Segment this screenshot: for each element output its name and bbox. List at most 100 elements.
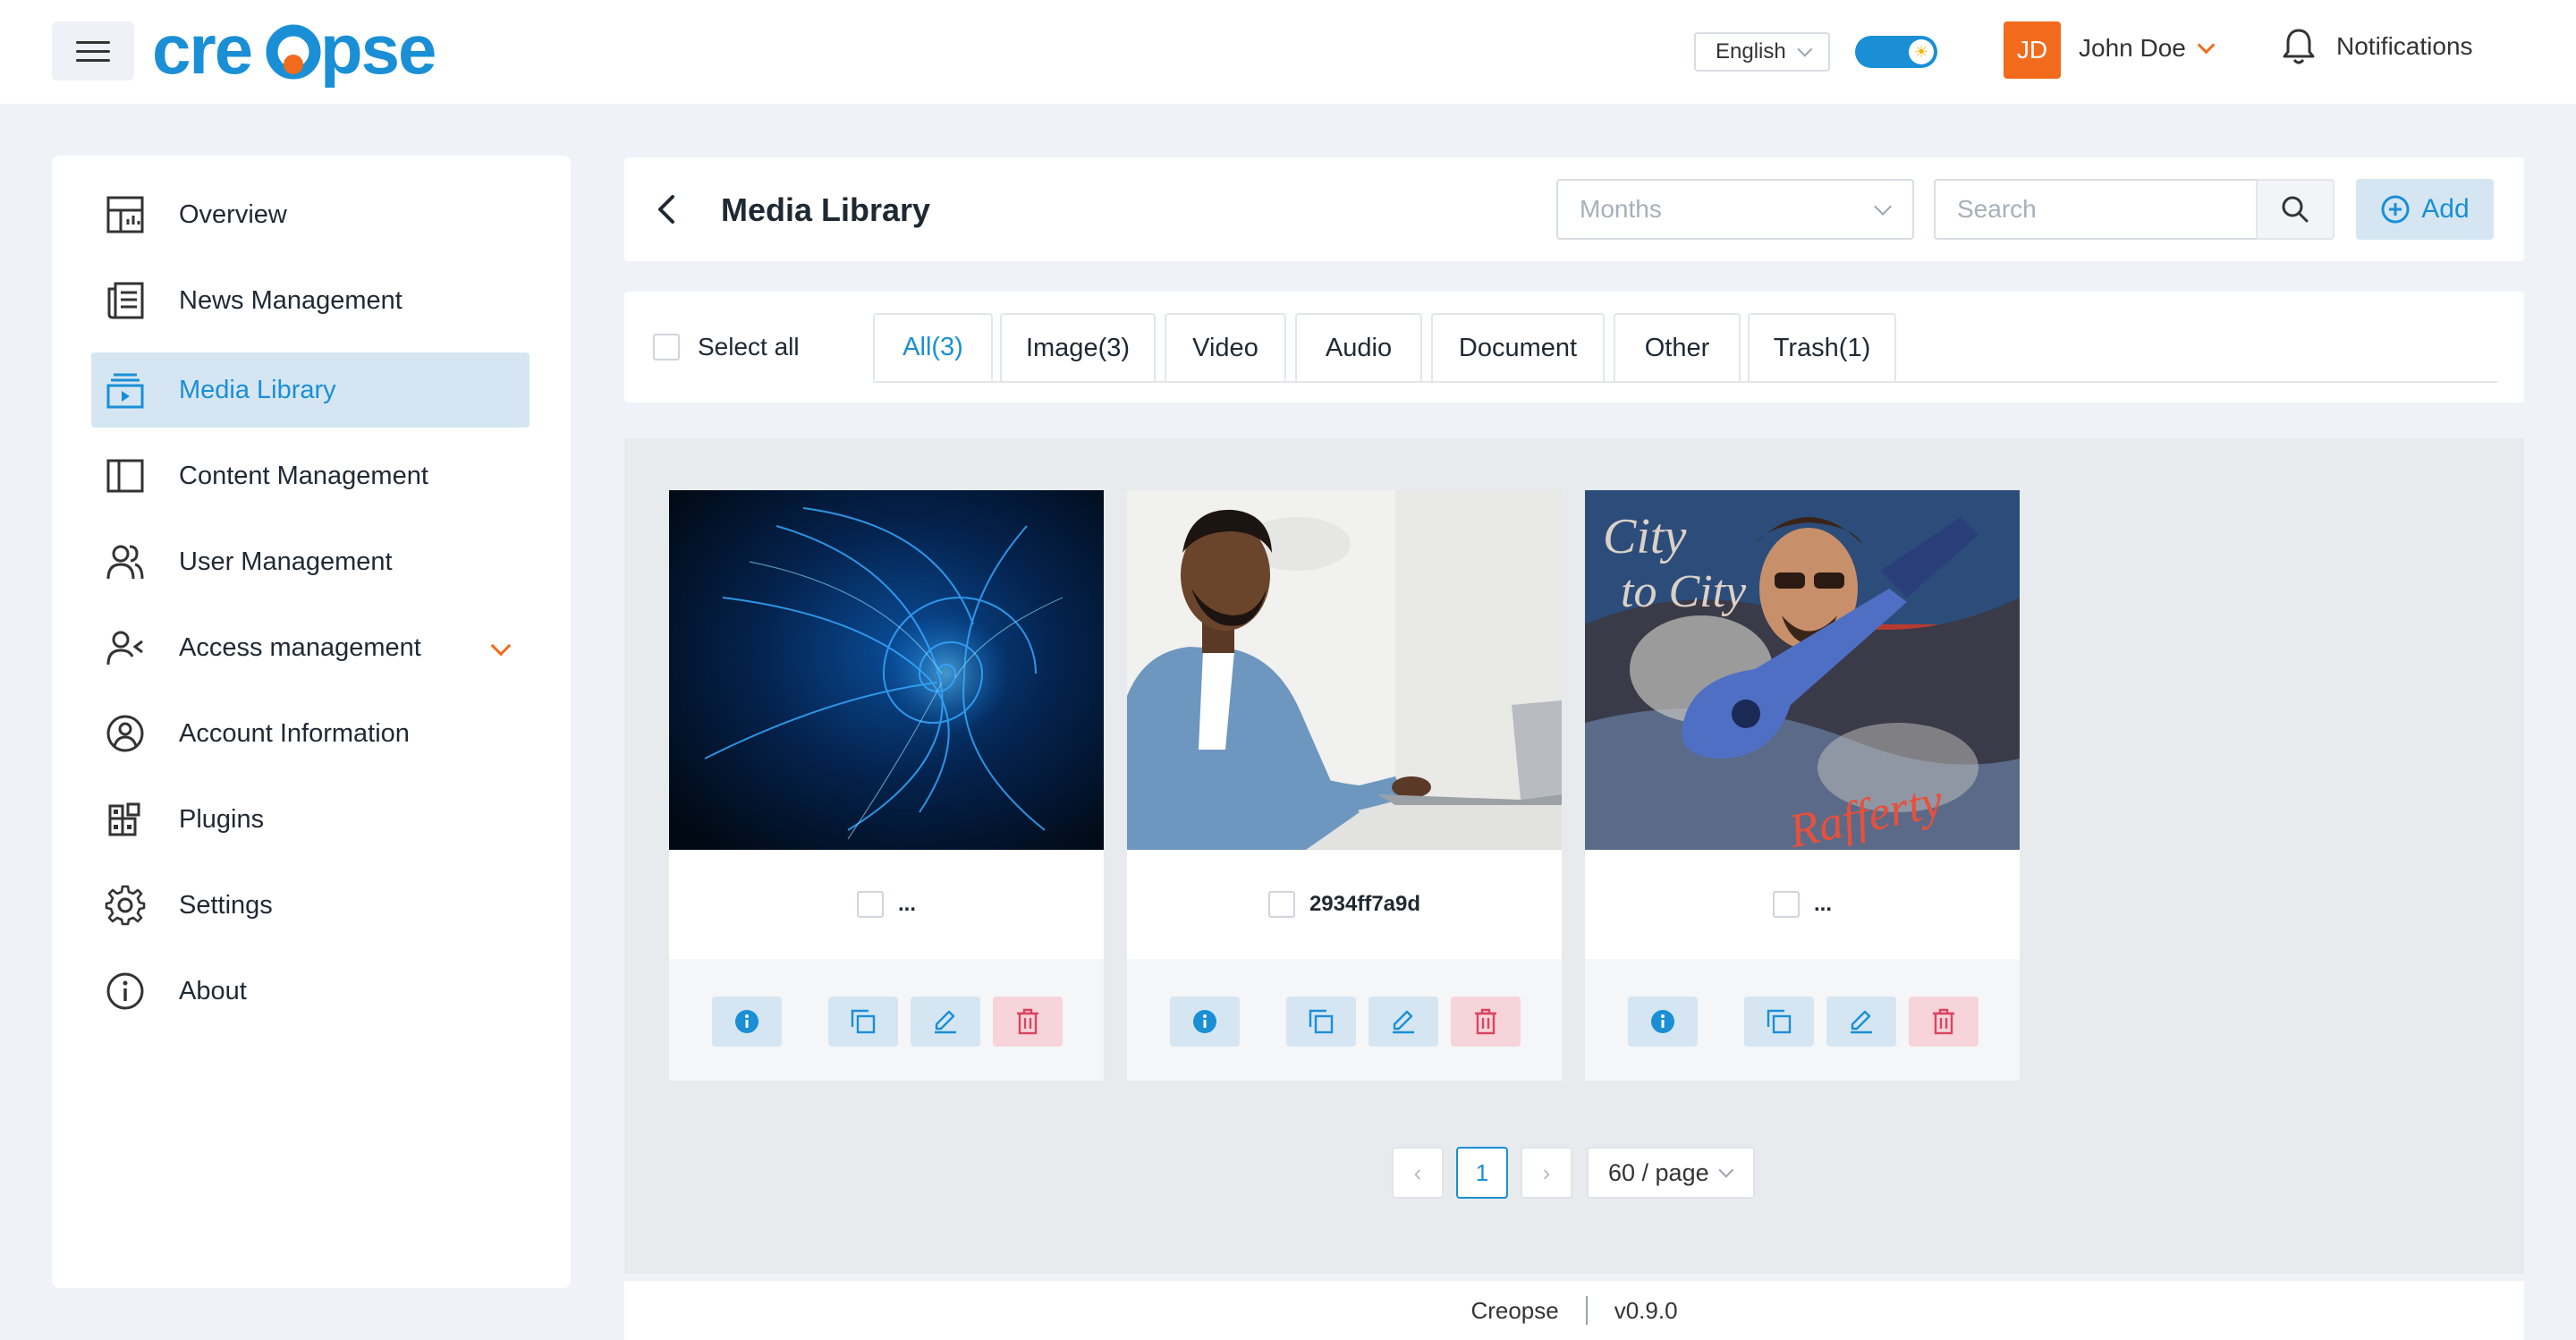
tab-audio[interactable]: Audio [1295,313,1422,381]
sidebar-item-label: Account Information [179,718,410,748]
sidebar-item-user-management[interactable]: User Management [91,524,530,599]
edit-button[interactable] [1368,997,1438,1047]
overview-icon [102,194,148,235]
media-actions [1127,959,1562,1081]
chevron-down-icon[interactable] [490,635,512,657]
sidebar-item-settings[interactable]: Settings [91,868,530,943]
sidebar-item-label: Media Library [179,375,336,404]
news-icon [102,280,148,321]
tab-document[interactable]: Document [1431,313,1605,381]
gear-icon [102,885,148,926]
info-button[interactable] [712,997,782,1047]
edit-button[interactable] [1826,997,1896,1047]
media-card[interactable]: City to City Rafferty ... [1585,490,2020,1081]
sidebar-item-plugins[interactable]: Plugins [91,782,530,857]
access-icon [102,627,148,668]
sidebar-item-label: Overview [179,199,287,229]
menu-toggle-button[interactable] [52,21,134,81]
select-all-checkbox[interactable]: Select all [653,333,800,361]
creopse-logo: cre pse [152,13,436,89]
media-select-checkbox[interactable] [1772,891,1800,918]
brand-logo[interactable]: cre pse [152,13,474,91]
media-thumbnail[interactable] [1127,490,1562,850]
info-icon [1651,1010,1674,1033]
sidebar-item-about[interactable]: About [91,954,530,1029]
theme-toggle[interactable]: ☀ [1855,36,1937,68]
tab-trash[interactable]: Trash(1) [1748,313,1896,381]
album-cover-image: City to City Rafferty [1585,490,2020,850]
copy-icon [851,1009,876,1034]
media-card[interactable]: ... [669,490,1104,1081]
user-menu[interactable]: John Doe [2079,34,2216,63]
info-button[interactable] [1170,997,1240,1047]
top-header: cre pse English ☀ JD John Doe Notificati… [0,0,2576,104]
tab-other[interactable]: Other [1614,313,1741,381]
media-thumbnail[interactable] [669,490,1104,850]
tab-image[interactable]: Image(3) [1000,313,1156,381]
next-page-button[interactable]: › [1521,1147,1572,1199]
checkbox[interactable] [653,334,680,360]
copy-button[interactable] [828,997,898,1047]
page-number-button[interactable]: 1 [1456,1147,1508,1199]
delete-button[interactable] [1451,997,1521,1047]
chevron-down-icon [2197,36,2216,55]
months-filter-select[interactable]: Months [1556,179,1914,240]
sidebar: Overview News Management Media Library C… [52,156,571,1288]
add-label: Add [2421,194,2470,224]
hamburger-line [76,58,110,62]
media-caption: 2934ff7a9d [1127,850,1562,959]
sidebar-item-account-information[interactable]: Account Information [91,696,530,771]
info-icon [1193,1010,1216,1033]
pencil-icon [1851,1010,1872,1034]
pencil-icon [1393,1010,1414,1034]
users-icon [102,541,148,582]
media-name: ... [1813,892,1832,916]
media-caption: ... [1585,850,2020,959]
add-button[interactable]: Add [2356,179,2494,240]
months-placeholder: Months [1580,195,1662,223]
back-arrow-icon[interactable] [649,191,685,227]
media-icon [102,369,148,411]
sidebar-item-overview[interactable]: Overview [91,177,530,252]
language-value: English [1716,39,1786,64]
prev-page-button[interactable]: ‹ [1392,1147,1444,1199]
pencil-icon [935,1010,956,1034]
sidebar-item-access-management[interactable]: Access management [91,610,530,685]
search-input[interactable]: Search [1934,179,2258,240]
media-thumbnail[interactable]: City to City Rafferty [1585,490,2020,850]
media-caption: ... [669,850,1104,959]
copy-button[interactable] [1286,997,1356,1047]
sidebar-item-label: Content Management [179,461,428,490]
man-laptop-image [1127,490,1562,850]
footer-brand: Creopse [1470,1296,1559,1324]
sidebar-item-media-library[interactable]: Media Library [91,352,530,428]
media-select-checkbox[interactable] [1267,891,1295,918]
notifications-button[interactable]: Notifications [2281,27,2473,66]
media-actions [669,959,1104,1081]
media-card[interactable]: 2934ff7a9d [1127,490,1562,1081]
info-button[interactable] [1628,997,1698,1047]
sidebar-item-content-management[interactable]: Content Management [91,438,530,513]
page-title: Media Library [721,191,931,228]
footer-divider [1585,1296,1588,1325]
edit-button[interactable] [911,997,980,1047]
trash-icon [1475,1008,1496,1035]
language-select[interactable]: English [1694,32,1830,72]
delete-button[interactable] [1909,997,1979,1047]
media-select-checkbox[interactable] [856,891,884,918]
tabs-divider [873,381,2497,383]
chevron-down-icon [1874,198,1892,216]
copy-button[interactable] [1744,997,1814,1047]
page-size-select[interactable]: 60 / page [1587,1147,1755,1199]
tab-all[interactable]: All(3) [873,313,993,381]
delete-button[interactable] [993,997,1063,1047]
filter-tabs-bar: Select all All(3) Image(3) Video Audio D… [624,292,2524,403]
media-name: ... [897,892,916,916]
avatar[interactable]: JD [2004,21,2061,79]
plus-circle-icon [2381,195,2410,224]
tab-video[interactable]: Video [1165,313,1286,381]
sidebar-item-news-management[interactable]: News Management [91,263,530,338]
search-button[interactable] [2256,179,2334,240]
chevron-down-icon [1797,41,1813,57]
footer: Creopse v0.9.0 [624,1281,2524,1340]
